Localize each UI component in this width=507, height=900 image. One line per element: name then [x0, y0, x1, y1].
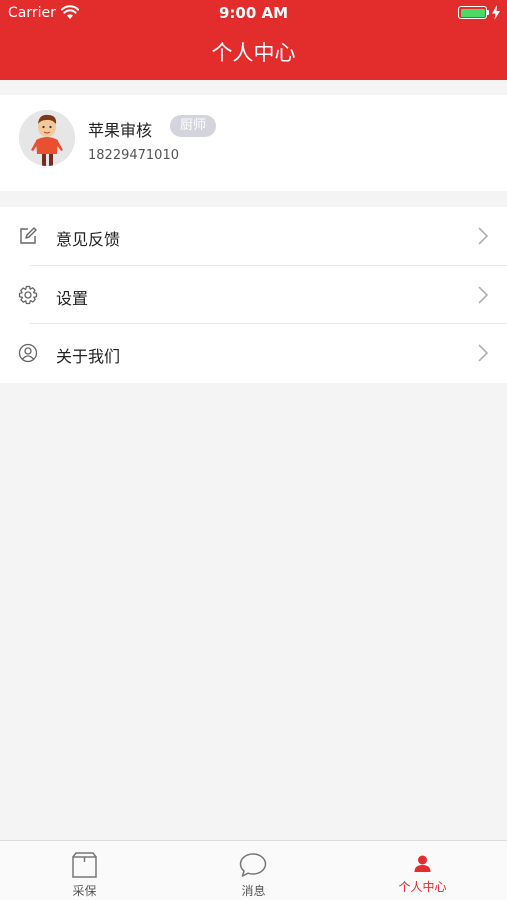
menu-item-about[interactable]: 关于我们	[0, 324, 507, 383]
tab-messages[interactable]: 消息	[169, 841, 338, 900]
tab-label: 采保	[72, 884, 97, 898]
edit-icon	[20, 227, 37, 244]
chevron-right-icon	[478, 285, 489, 304]
profile-card[interactable]: 苹果审核 厨师 18229471010	[0, 95, 507, 191]
chevron-right-icon	[478, 344, 489, 362]
battery-icon	[458, 6, 487, 19]
tab-procurement[interactable]: 采保	[0, 841, 169, 900]
gear-icon	[18, 285, 38, 304]
charging-bolt-icon	[492, 5, 500, 20]
box-icon	[72, 852, 97, 878]
role-badge: 厨师	[170, 115, 217, 137]
user-name: 苹果审核	[88, 121, 153, 140]
person-icon	[414, 855, 431, 872]
avatar[interactable]	[19, 110, 75, 166]
menu-label-about: 关于我们	[56, 347, 121, 366]
menu-label-feedback: 意见反馈	[56, 230, 121, 249]
tab-bar: 采保 消息 个人中心	[0, 840, 507, 900]
menu-item-settings[interactable]: 设置	[0, 266, 507, 324]
tab-label: 个人中心	[398, 880, 447, 894]
cartoon-avatar-icon	[19, 110, 75, 166]
status-time: 9:00 AM	[218, 4, 289, 22]
settings-menu: 意见反馈 设置 关于我们	[0, 207, 507, 383]
chat-bubble-icon	[239, 853, 267, 877]
header: Carrier 9:00 AM 个人中心	[0, 0, 507, 80]
battery-cap	[487, 10, 489, 15]
tab-label: 消息	[241, 884, 266, 898]
tab-profile[interactable]: 个人中心	[338, 841, 507, 900]
menu-label-settings: 设置	[56, 288, 89, 308]
menu-item-feedback[interactable]: 意见反馈	[0, 207, 507, 266]
page-title: 个人中心	[211, 41, 296, 65]
chevron-right-icon	[478, 227, 489, 245]
user-circle-icon	[18, 343, 38, 363]
status-bar: Carrier 9:00 AM	[0, 0, 507, 26]
user-phone: 18229471010	[88, 148, 179, 163]
